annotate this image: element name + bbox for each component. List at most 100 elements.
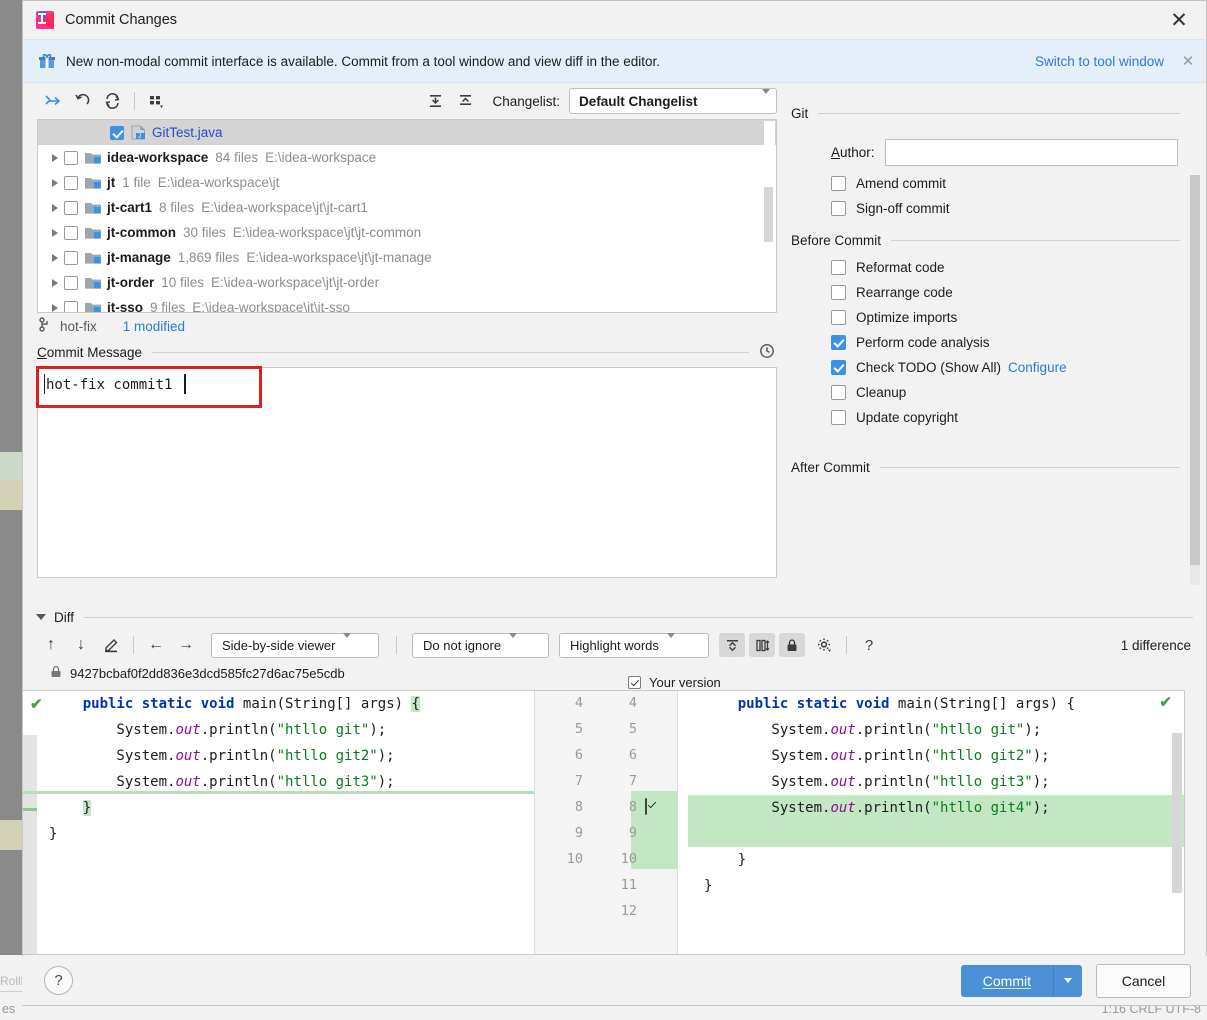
expand-arrow-icon[interactable] <box>46 278 64 287</box>
include-file-checkbox[interactable] <box>64 225 78 240</box>
commit-message-label: Commit Message <box>37 344 143 360</box>
expand-arrow-icon[interactable] <box>46 178 64 187</box>
tree-row[interactable]: idea-workspace 84 files E:\idea-workspace <box>38 145 776 170</box>
highlight-mode-dropdown[interactable]: Highlight words <box>559 632 709 658</box>
option-row[interactable]: Rearrange code <box>831 285 1206 300</box>
option-row[interactable]: Optimize imports <box>831 310 1206 325</box>
group-by-icon[interactable] <box>142 87 172 115</box>
commit-dropdown-button[interactable] <box>1053 964 1082 997</box>
option-row[interactable]: Check TODO (Show All) Configure <box>831 360 1206 375</box>
tree-row[interactable]: J GitTest.java <box>38 120 776 145</box>
refresh-icon[interactable] <box>97 87 127 115</box>
help-button[interactable]: ? <box>44 966 73 995</box>
include-file-checkbox[interactable] <box>64 250 78 265</box>
changed-files-tree[interactable]: J GitTest.java idea-workspace 84 files E:\id… <box>37 119 777 313</box>
diff-gutter: 4 5 6 7 8 9 10 4 5 6 7 8 9 10 11 12 <box>534 691 678 954</box>
option-checkbox[interactable] <box>831 201 846 216</box>
code-line: System.out.println("htllo git2"); <box>49 748 395 764</box>
left-fold-line <box>23 791 534 794</box>
include-file-checkbox[interactable] <box>110 125 124 140</box>
option-checkbox[interactable] <box>831 335 846 350</box>
option-label: Cleanup <box>856 385 907 400</box>
show-diff-icon[interactable] <box>37 87 67 115</box>
tree-row[interactable]: jt-common 30 files E:\idea-workspace\jt\jt… <box>38 220 776 245</box>
diff-section-header[interactable]: Diff <box>22 606 1207 628</box>
configure-link[interactable]: Configure <box>1008 360 1067 375</box>
option-checkbox[interactable] <box>831 176 846 191</box>
viewer-mode-dropdown[interactable]: Side-by-side viewer <box>211 632 379 658</box>
tree-scrollbar-thumb[interactable] <box>763 186 774 243</box>
clock-icon[interactable] <box>759 343 775 362</box>
expand-arrow-icon[interactable] <box>46 228 64 237</box>
accept-change-icon[interactable]: ✔ <box>30 695 43 713</box>
tree-row[interactable]: jt 1 file E:\idea-workspace\jt <box>38 170 776 195</box>
option-checkbox[interactable] <box>831 285 846 300</box>
whitespace-mode-dropdown[interactable]: Do not ignore <box>412 632 549 658</box>
expand-all-icon[interactable] <box>420 87 450 115</box>
accept-left-icon[interactable]: ← <box>141 632 171 658</box>
tree-row[interactable]: jt-manage 1,869 files E:\idea-workspace\jt… <box>38 245 776 270</box>
option-row[interactable]: Perform code analysis <box>831 335 1206 350</box>
option-checkbox[interactable] <box>831 260 846 275</box>
tree-node-name: GitTest.java <box>152 125 223 140</box>
expand-arrow-icon[interactable] <box>46 303 64 312</box>
collapse-all-icon[interactable] <box>450 87 480 115</box>
option-checkbox[interactable] <box>831 410 846 425</box>
include-file-checkbox[interactable] <box>64 200 78 215</box>
option-checkbox[interactable] <box>831 310 846 325</box>
your-version-checkbox[interactable] <box>628 676 641 689</box>
gear-icon[interactable] <box>809 632 839 658</box>
tree-node-count: 1,869 files <box>177 250 240 265</box>
help-icon[interactable]: ? <box>854 632 884 658</box>
next-difference-icon[interactable]: ↓ <box>66 632 96 658</box>
line-number-new: 9 <box>628 825 637 841</box>
tree-scrollbar[interactable] <box>763 121 775 312</box>
option-row[interactable]: Sign-off commit <box>831 201 1206 216</box>
options-scrollbar-thumb[interactable] <box>1190 175 1200 565</box>
tree-node-count: 84 files <box>215 150 259 165</box>
edit-source-icon[interactable] <box>96 632 126 658</box>
option-row[interactable]: Reformat code <box>831 260 1206 275</box>
expand-arrow-icon[interactable] <box>46 253 64 262</box>
cancel-button[interactable]: Cancel <box>1096 963 1191 998</box>
close-icon[interactable]: ✕ <box>1152 1 1206 39</box>
diff-pane-left[interactable]: public static void main(String[] args) {… <box>23 691 534 954</box>
line-number-old: 8 <box>574 799 583 815</box>
line-number-new: 11 <box>620 877 637 893</box>
collapse-unchanged-icon[interactable] <box>719 633 745 657</box>
option-row[interactable]: Update copyright <box>831 410 1206 425</box>
include-change-checkbox[interactable] <box>645 798 655 815</box>
banner-close-icon[interactable]: ✕ <box>1180 52 1196 70</box>
tree-node-path: E:\idea-workspace\jt <box>157 175 280 190</box>
synchronize-scroll-icon[interactable] <box>749 633 775 657</box>
right-pane-scrollbar-thumb[interactable] <box>1172 733 1182 893</box>
revert-icon[interactable] <box>67 87 97 115</box>
read-only-lock-icon[interactable] <box>779 633 805 657</box>
line-number-old: 9 <box>574 825 583 841</box>
viewer-mode-value: Side-by-side viewer <box>222 637 336 653</box>
include-file-checkbox[interactable] <box>64 275 78 290</box>
tree-row-partial[interactable]: jt-sso 9 files E:\idea-workspace\jt\jt-sso <box>38 295 776 312</box>
include-file-checkbox[interactable] <box>64 300 78 312</box>
option-checkbox[interactable] <box>831 385 846 400</box>
commit-message-input[interactable]: hot-fix commit1 <box>36 366 777 578</box>
left-pane-scroll-strip[interactable] <box>23 735 37 954</box>
ide-status-left-text: es <box>2 1002 16 1016</box>
expand-arrow-icon[interactable] <box>46 203 64 212</box>
include-file-checkbox[interactable] <box>64 150 78 165</box>
option-row[interactable]: Cleanup <box>831 385 1206 400</box>
switch-to-tool-window-link[interactable]: Switch to tool window <box>1035 54 1164 69</box>
tree-row[interactable]: jt-cart1 8 files E:\idea-workspace\jt\jt-c… <box>38 195 776 220</box>
accept-right-icon[interactable]: → <box>171 632 201 658</box>
changelist-dropdown[interactable]: Default Changelist <box>569 88 777 114</box>
diff-pane-right[interactable]: public static void main(String[] args) {… <box>678 691 1184 954</box>
author-field[interactable] <box>884 139 1178 166</box>
commit-button[interactable]: Commit <box>960 964 1053 997</box>
option-checkbox[interactable] <box>831 360 846 375</box>
tree-row[interactable]: jt-order 10 files E:\idea-workspace\jt\jt-… <box>38 270 776 295</box>
previous-difference-icon[interactable]: ↑ <box>36 632 66 658</box>
option-label: Optimize imports <box>856 310 958 325</box>
option-row[interactable]: Amend commit <box>831 176 1206 191</box>
expand-arrow-icon[interactable] <box>46 153 64 162</box>
include-file-checkbox[interactable] <box>64 175 78 190</box>
